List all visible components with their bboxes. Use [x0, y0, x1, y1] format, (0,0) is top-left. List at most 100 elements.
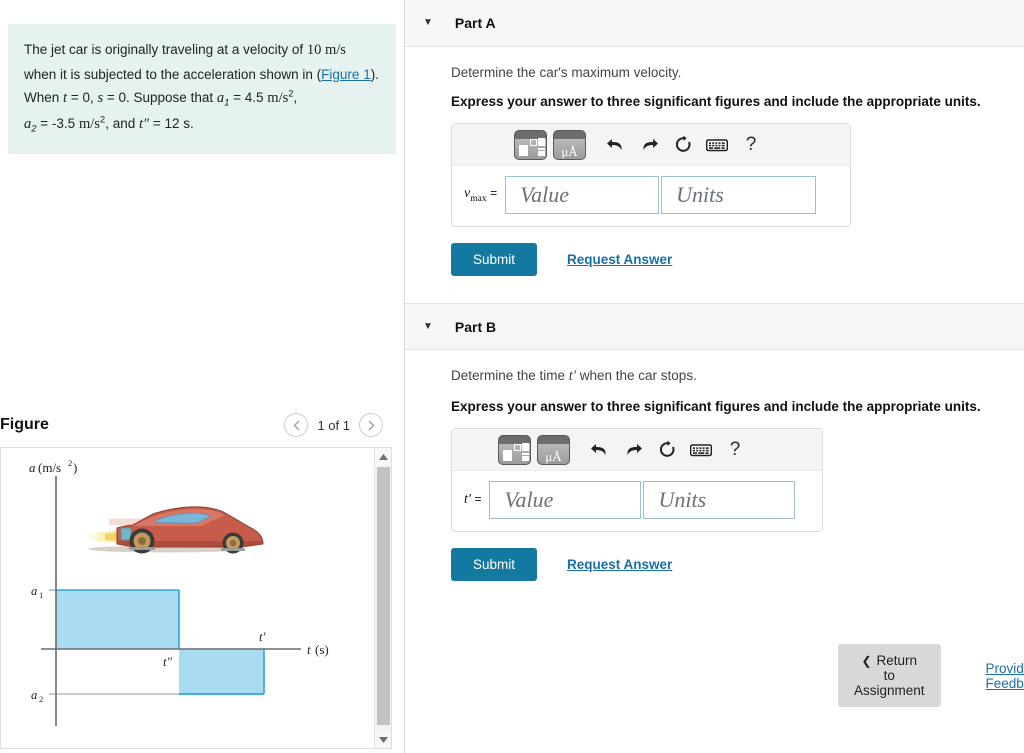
provide-feedback-link[interactable]: Provide Feedback — [986, 661, 1024, 691]
footer-bar: ❮Return to Assignment Provide Feedback — [838, 644, 1024, 707]
chevron-left-icon — [293, 420, 300, 430]
figure-page-label: 1 of 1 — [317, 417, 350, 433]
part-a-input-row: vmax = Value Units — [452, 166, 850, 226]
part-a-actions: Submit Request Answer — [451, 243, 1024, 276]
part-a-value-input[interactable]: Value — [505, 176, 660, 214]
figure-scrollbar[interactable] — [374, 448, 391, 748]
redo-icon[interactable] — [616, 435, 650, 465]
problem-a1-value: = 4.5 — [229, 90, 268, 106]
part-b-math-toolbar: μÅ ? — [452, 429, 822, 471]
left-panel: The jet car is originally traveling at a… — [0, 0, 405, 753]
help-icon[interactable]: ? — [734, 130, 768, 160]
problem-line-1: The jet car is originally traveling at a… — [24, 38, 380, 86]
help-icon-text: ? — [729, 438, 741, 460]
problem-text-1c: ). — [370, 66, 379, 82]
undo-icon[interactable] — [582, 435, 616, 465]
page-root: The jet car is originally traveling at a… — [0, 0, 1024, 753]
units-angstrom-icon[interactable]: μÅ — [553, 129, 586, 160]
part-b-submit-button[interactable]: Submit — [451, 548, 538, 581]
right-panel: ▼ Part A Determine the car's maximum vel… — [405, 0, 1024, 753]
problem-a2-value: = -3.5 — [36, 116, 79, 132]
caret-down-icon[interactable]: ▼ — [423, 18, 433, 28]
problem-line-2: When t = 0, s = 0. Suppose that a1 = 4.5… — [24, 86, 380, 112]
problem-text-2a: When — [24, 90, 64, 106]
part-b-title: Part B — [454, 318, 497, 335]
problem-line-3: a2 = -3.5 m/s2, and t″ = 12 s. — [24, 112, 380, 138]
units-icon-text: μÅ — [561, 143, 578, 159]
part-a-request-answer-link[interactable]: Request Answer — [567, 252, 672, 267]
part-b-value-input[interactable]: Value — [489, 481, 642, 519]
part-b-question-post: when the car stops. — [576, 368, 697, 383]
part-a-variable-sub: max — [470, 193, 487, 204]
math-template-icon[interactable] — [514, 129, 547, 160]
problem-v0: 10 — [306, 42, 322, 58]
part-b-actions: Submit Request Answer — [451, 548, 1024, 581]
units-angstrom-icon[interactable]: μÅ — [537, 434, 570, 465]
part-b-equals: = — [474, 492, 482, 506]
chart-x-axis-label: t — [307, 642, 311, 657]
part-a-body: Determine the car's maximum velocity. Ex… — [405, 47, 1024, 276]
part-b-question-var: t′ — [568, 368, 576, 384]
figure-1-link[interactable]: Figure 1 — [321, 67, 371, 82]
help-icon[interactable]: ? — [718, 435, 752, 465]
problem-eq2: = 0. Suppose that — [103, 90, 217, 106]
triangle-down-icon — [379, 736, 388, 743]
acceleration-time-chart: a (m/s 2 ) t (s) a 1 a 2 t″ t′ — [29, 458, 329, 726]
problem-and-text: , and — [105, 116, 139, 132]
part-b-units-input[interactable]: Units — [643, 481, 796, 519]
part-b-variable-label: t′ = — [464, 492, 481, 508]
part-a-title: Part A — [454, 15, 496, 31]
part-b-value-placeholder: Value — [504, 487, 554, 512]
figure-next-button[interactable] — [359, 413, 383, 437]
chart-y-axis-paren: ) — [73, 460, 77, 475]
part-a-question: Determine the car's maximum velocity. — [451, 65, 682, 80]
part-a-units-input[interactable]: Units — [661, 176, 817, 214]
chart-bar-negative — [179, 649, 264, 694]
part-b-body: Determine the time t′ when the car stops… — [405, 350, 1024, 581]
problem-text-1a: The jet car is originally traveling at a… — [24, 42, 307, 57]
math-template-icon[interactable] — [498, 434, 531, 465]
triangle-up-icon — [379, 453, 388, 460]
part-a-submit-button[interactable]: Submit — [451, 243, 538, 276]
part-b-units-placeholder: Units — [658, 487, 707, 512]
problem-tpp-value: = 12 s. — [149, 116, 194, 132]
reset-icon[interactable] — [650, 435, 684, 465]
caret-down-icon[interactable]: ▼ — [423, 321, 433, 332]
chart-ytick-a2: a — [31, 688, 37, 702]
chart-bar-positive — [56, 590, 179, 649]
problem-eq1: = 0, — [67, 90, 98, 106]
chart-ytick-a2-sub: 2 — [39, 694, 43, 704]
part-b-answer-box: μÅ ? t′ = Value Units — [451, 428, 823, 532]
part-a-answer-box: μÅ ? vmax = Value Units — [451, 123, 851, 227]
keyboard-icon[interactable] — [684, 435, 718, 465]
problem-a1-unit: m/s — [267, 90, 289, 107]
problem-text-1b: when it is subjected to the acceleration… — [24, 66, 322, 82]
reset-icon[interactable] — [666, 130, 700, 160]
chart-ytick-a1-sub: 1 — [39, 590, 43, 600]
undo-icon[interactable] — [598, 130, 632, 160]
figure-pager: 1 of 1 — [284, 413, 383, 437]
problem-statement: The jet car is originally traveling at a… — [8, 24, 396, 155]
part-a-instruction: Express your answer to three significant… — [451, 94, 981, 109]
part-b-variable-base: t′ — [464, 492, 471, 507]
problem-a1-label: a — [216, 90, 225, 107]
part-b-request-answer-link[interactable]: Request Answer — [567, 557, 672, 572]
figure-scroll-thumb[interactable] — [377, 467, 390, 725]
figure-prev-button[interactable] — [284, 413, 309, 437]
part-a-equals: = — [490, 186, 498, 201]
part-a-units-placeholder: Units — [676, 182, 724, 207]
problem-unit-v-text: m/s — [325, 42, 346, 58]
figure-scroll-up-button[interactable] — [375, 448, 391, 465]
chart-xtick-tp: t′ — [259, 629, 266, 644]
part-a-variable-label: vmax = — [464, 186, 497, 204]
units-icon-text: μÅ — [545, 448, 562, 464]
chart-xtick-tpp: t″ — [163, 654, 173, 669]
figure-scroll-down-button[interactable] — [375, 731, 391, 748]
redo-icon[interactable] — [632, 130, 666, 160]
figure-title: Figure — [0, 416, 49, 433]
chevron-right-icon — [368, 420, 374, 430]
part-b-header[interactable]: ▼ Part B — [405, 303, 1024, 350]
keyboard-icon[interactable] — [700, 130, 734, 160]
part-a-header[interactable]: ▼ Part A — [405, 0, 1024, 47]
return-to-assignment-button[interactable]: ❮ Return to Assignment — [838, 644, 941, 707]
